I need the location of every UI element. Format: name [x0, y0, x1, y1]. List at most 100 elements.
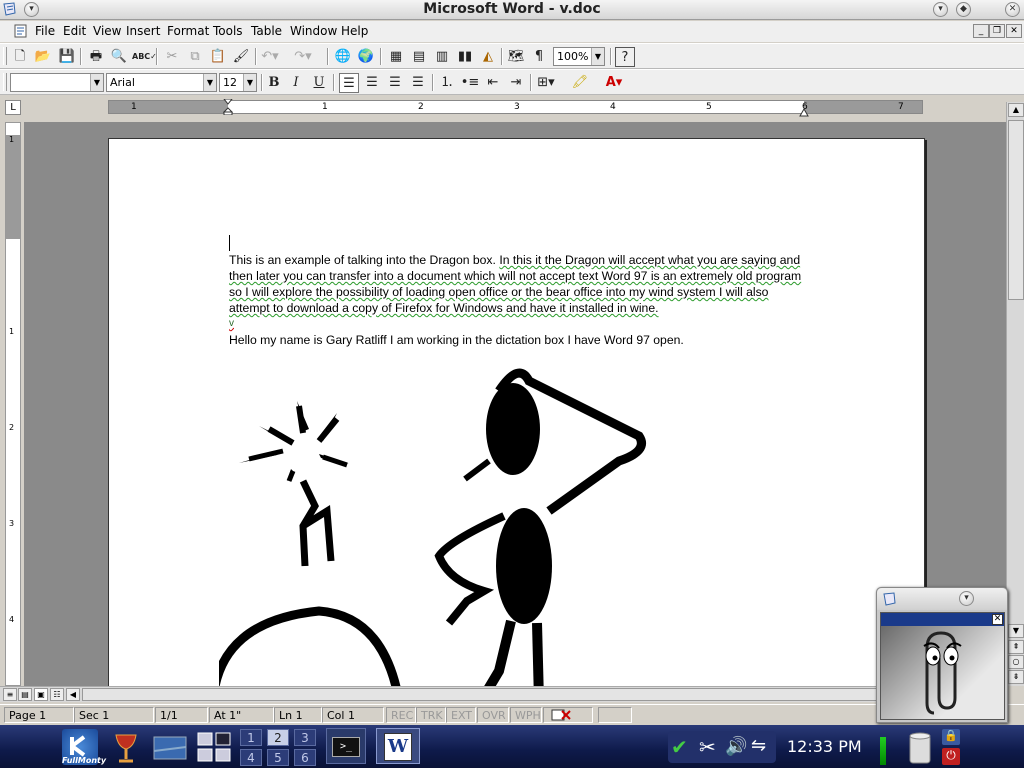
paste-icon[interactable]: 📋	[208, 47, 228, 67]
lock-icon[interactable]: 🔒	[942, 729, 960, 745]
assistant-menu-icon[interactable]: ▾	[959, 591, 974, 606]
menu-tools[interactable]: Tools	[213, 24, 243, 38]
numbering-icon[interactable]: ⒈	[437, 73, 457, 93]
redo-icon[interactable]: ↷▾	[293, 47, 313, 67]
online-layout-icon[interactable]: ▤	[18, 688, 32, 701]
network-icon[interactable]: ⇋	[751, 735, 766, 756]
trash-icon[interactable]	[906, 731, 934, 765]
borders-icon[interactable]: ⊞▾	[536, 73, 556, 93]
drawing-icon[interactable]: ◭	[478, 47, 498, 67]
task-word[interactable]: W	[376, 728, 420, 764]
print-icon[interactable]: 🖶	[86, 47, 106, 67]
toolbar-handle[interactable]	[3, 73, 7, 91]
tab-selector[interactable]: L	[5, 100, 21, 115]
bullets-icon[interactable]: •≡	[460, 73, 480, 93]
document-body[interactable]: This is an example of talking into the D…	[229, 252, 804, 348]
desktop-3[interactable]: 3	[294, 729, 316, 746]
chevron-down-icon[interactable]: ▼	[90, 74, 103, 91]
doc-close-button[interactable]: ✕	[1006, 24, 1022, 38]
vertical-scrollbar[interactable]: ▲ ▼ ⇞ ○ ⇟	[1006, 102, 1024, 686]
hyperlink-icon[interactable]: 🌐	[333, 47, 353, 67]
toolbar-handle[interactable]	[3, 47, 7, 65]
clock[interactable]: 12:33 PM	[787, 737, 862, 756]
check-icon[interactable]: ✔	[671, 735, 688, 759]
chevron-down-icon[interactable]: ▼	[203, 74, 216, 91]
clipart-image[interactable]	[219, 361, 659, 686]
status-ovr[interactable]: OVR	[477, 707, 509, 723]
copy-icon[interactable]: ⧉	[185, 47, 205, 67]
preview-icon[interactable]: 🔍	[109, 47, 129, 67]
font-color-icon[interactable]: A▾	[604, 73, 624, 93]
align-right-icon[interactable]: ☰	[385, 73, 405, 93]
scroll-up-icon[interactable]: ▲	[1008, 103, 1024, 117]
menu-table[interactable]: Table	[251, 24, 282, 38]
desktop-2[interactable]: 2	[267, 729, 289, 746]
menu-view[interactable]: View	[93, 24, 121, 38]
doc-minimize-button[interactable]: _	[973, 24, 989, 38]
help-icon[interactable]: ?	[615, 47, 635, 67]
increase-indent-icon[interactable]: ⇥	[506, 73, 526, 93]
menu-window[interactable]: Window	[290, 24, 337, 38]
status-trk[interactable]: TRK	[416, 707, 446, 723]
status-wph[interactable]: WPH	[510, 707, 542, 723]
outline-view-icon[interactable]: ☷	[50, 688, 64, 701]
spelling-status[interactable]	[543, 707, 593, 723]
menu-insert[interactable]: Insert	[126, 24, 160, 38]
right-indent-marker-icon[interactable]	[799, 106, 809, 117]
font-select[interactable]: Arial ▼	[106, 73, 217, 92]
menu-file[interactable]: File	[35, 24, 55, 38]
show-desktop-icon[interactable]	[152, 729, 188, 765]
open-icon[interactable]: 📂	[33, 47, 53, 67]
scroll-left-icon[interactable]: ◀	[66, 688, 80, 701]
format-painter-icon[interactable]: 🖌	[231, 47, 251, 67]
highlight-icon[interactable]: 🖍▾	[570, 73, 590, 110]
prev-page-icon[interactable]: ⇞	[1008, 640, 1024, 654]
cut-icon[interactable]: ✂	[162, 47, 182, 67]
scroll-thumb[interactable]	[82, 688, 982, 701]
maximize-icon[interactable]: ◆	[956, 2, 971, 17]
menu-edit[interactable]: Edit	[63, 24, 86, 38]
status-rec[interactable]: REC	[386, 707, 416, 723]
select-browse-object-icon[interactable]: ○	[1008, 655, 1024, 669]
menu-format[interactable]: Format	[167, 24, 209, 38]
justify-icon[interactable]: ☰	[408, 73, 428, 93]
ruler-bar[interactable]: 1 1 2 3 4 5 6 7	[108, 98, 923, 117]
menu-help[interactable]: Help	[341, 24, 368, 38]
task-terminal[interactable]: >_	[326, 728, 366, 764]
close-icon[interactable]: ✕	[1005, 2, 1020, 17]
desktop-1[interactable]: 1	[240, 729, 262, 746]
minimize-icon[interactable]: ▾	[933, 2, 948, 17]
new-icon[interactable]: 🗋	[10, 47, 30, 67]
scroll-thumb[interactable]	[1008, 120, 1024, 300]
logout-icon[interactable]: ⏻	[942, 748, 960, 765]
insert-excel-icon[interactable]: ▥	[432, 47, 452, 67]
indent-marker-icon[interactable]	[222, 98, 234, 116]
page-layout-icon[interactable]: ▣	[34, 688, 48, 701]
underline-icon[interactable]: U	[309, 73, 329, 93]
system-monitor-icon[interactable]	[880, 737, 886, 765]
doc-map-icon[interactable]: 🗺	[506, 47, 526, 67]
scroll-down-icon[interactable]: ▼	[1008, 624, 1024, 638]
insert-table-icon[interactable]: ▤	[409, 47, 429, 67]
close-icon[interactable]: ✕	[992, 614, 1003, 625]
save-icon[interactable]: 💾	[57, 47, 77, 67]
doc-restore-button[interactable]: ❐	[989, 24, 1005, 38]
volume-icon[interactable]: 🔊	[725, 736, 747, 757]
scissors-icon[interactable]: ✂	[699, 735, 716, 759]
kde-menu-button[interactable]: FullMonty	[62, 729, 106, 765]
center-icon[interactable]: ☰	[362, 73, 382, 93]
goblet-icon[interactable]	[108, 729, 144, 765]
style-select[interactable]: ▼	[10, 73, 104, 92]
columns-icon[interactable]: ▮▮	[455, 47, 475, 67]
align-left-icon[interactable]: ☰	[339, 73, 359, 93]
zoom-select[interactable]: 100% ▼	[553, 47, 605, 66]
normal-view-icon[interactable]: ≡	[3, 688, 17, 701]
undo-icon[interactable]: ↶▾	[260, 47, 280, 67]
desktop-5[interactable]: 5	[267, 749, 289, 766]
font-size-select[interactable]: 12 ▼	[219, 73, 257, 92]
decrease-indent-icon[interactable]: ⇤	[483, 73, 503, 93]
tables-borders-icon[interactable]: ▦	[386, 47, 406, 67]
window-list-icon[interactable]	[194, 729, 234, 765]
show-hide-icon[interactable]: ¶	[529, 47, 549, 67]
doc-icon[interactable]	[14, 24, 28, 38]
